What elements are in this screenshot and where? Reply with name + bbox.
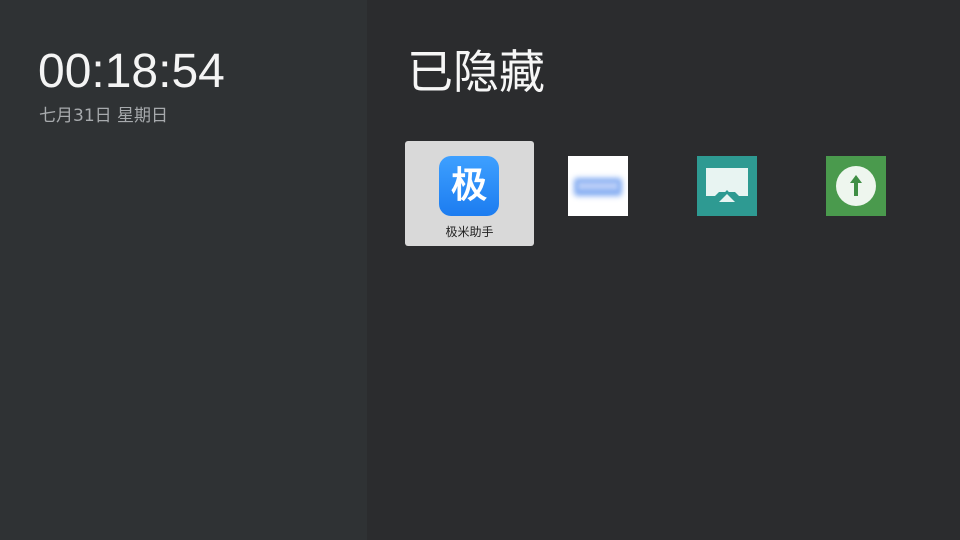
- screen-cast-icon: [697, 156, 757, 216]
- app-tile-2[interactable]: [534, 141, 663, 246]
- app-tile-jimi-assistant[interactable]: 极 极米助手: [405, 141, 534, 246]
- app-tile-3[interactable]: [663, 141, 792, 246]
- blurred-app-icon: [568, 156, 628, 216]
- hidden-apps-panel: 已隐藏 极 极米助手: [367, 0, 960, 540]
- jimi-assistant-icon: 极: [439, 156, 499, 216]
- page-title: 已隐藏: [407, 45, 545, 99]
- clock-time: 00:18:54: [38, 45, 225, 98]
- app-tile-4[interactable]: [792, 141, 921, 246]
- sidebar-panel: 00:18:54 七月31日 星期日: [0, 0, 367, 540]
- upload-arrow-icon: [826, 156, 886, 216]
- clock-date: 七月31日 星期日: [39, 106, 169, 126]
- app-label: 极米助手: [445, 225, 494, 239]
